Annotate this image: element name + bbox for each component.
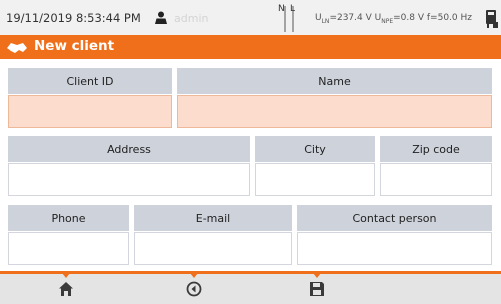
status-bar: 19/11/2019 8:53:44 PM admin N L ULN=237.…: [0, 0, 501, 35]
l-label: L: [290, 4, 296, 14]
contact-person-header: Contact person: [297, 205, 492, 231]
zip-code-field[interactable]: [380, 163, 492, 196]
email-input[interactable]: [135, 233, 291, 264]
city-header: City: [255, 136, 375, 162]
address-field[interactable]: [8, 163, 250, 196]
name-input[interactable]: [178, 96, 491, 127]
back-icon: [186, 281, 202, 297]
client-id-field[interactable]: [8, 95, 172, 128]
contact-person-input[interactable]: [298, 233, 491, 264]
city-input[interactable]: [256, 164, 374, 195]
user-icon: [155, 11, 167, 24]
city-field[interactable]: [255, 163, 375, 196]
name-header: Name: [177, 68, 492, 94]
client-id-header: Client ID: [8, 68, 172, 94]
client-id-input[interactable]: [9, 96, 171, 127]
home-button[interactable]: [46, 276, 86, 302]
bottom-divider: [0, 271, 501, 274]
title-bar: New client: [0, 35, 501, 59]
zip-code-input[interactable]: [381, 164, 491, 195]
status-datetime: 19/11/2019 8:53:44 PM: [6, 11, 141, 25]
phone-header: Phone: [8, 205, 129, 231]
n-label: N: [278, 4, 285, 14]
save-button[interactable]: [297, 276, 337, 302]
status-user: admin: [174, 12, 209, 25]
address-input[interactable]: [9, 164, 249, 195]
home-icon: [59, 282, 73, 296]
client-icon: [7, 43, 27, 53]
email-field[interactable]: [134, 232, 292, 265]
back-button[interactable]: [174, 276, 214, 302]
page-title: New client: [34, 38, 115, 54]
phone-field[interactable]: [8, 232, 129, 265]
power-plug-icon: [486, 10, 498, 28]
zip-code-header: Zip code: [380, 136, 492, 162]
status-measurements: ULN=237.4 V UNPE=0.8 V f=50.0 Hz: [315, 13, 472, 25]
address-header: Address: [8, 136, 250, 162]
save-icon: [310, 282, 324, 296]
name-field[interactable]: [177, 95, 492, 128]
contact-person-field[interactable]: [297, 232, 492, 265]
phone-input[interactable]: [9, 233, 128, 264]
email-header: E-mail: [134, 205, 292, 231]
